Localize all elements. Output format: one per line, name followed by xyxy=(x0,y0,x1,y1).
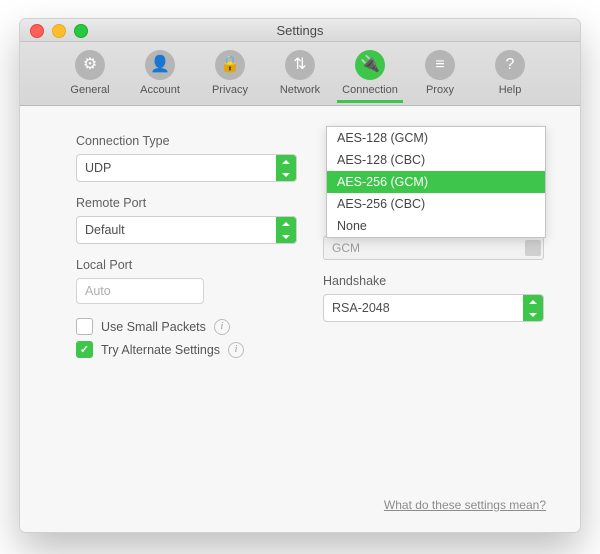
cipher-option[interactable]: AES-256 (GCM) xyxy=(327,171,545,193)
traffic-lights xyxy=(30,24,88,38)
close-icon[interactable] xyxy=(30,24,44,38)
proxy-icon: ≡ xyxy=(425,50,455,80)
local-port-placeholder: Auto xyxy=(85,284,111,298)
window-title: Settings xyxy=(20,23,580,38)
try-alternate-checkbox[interactable] xyxy=(76,341,93,358)
handshake-value: RSA-2048 xyxy=(324,295,523,321)
tab-label: Help xyxy=(477,84,543,96)
settings-toolbar: ⚙ General 👤 Account 🔒 Privacy ⇅ Network 🔌 Connect… xyxy=(20,42,580,106)
remote-port-select[interactable]: Default xyxy=(76,216,297,244)
tab-account[interactable]: 👤 Account xyxy=(127,48,193,103)
account-icon: 👤 xyxy=(145,50,175,80)
info-icon[interactable]: i xyxy=(214,319,230,335)
remote-port-label: Remote Port xyxy=(76,196,297,210)
select-stepper-icon xyxy=(276,155,296,181)
tab-label: Privacy xyxy=(197,84,263,96)
use-small-packets-label: Use Small Packets xyxy=(101,320,206,334)
privacy-icon: 🔒 xyxy=(215,50,245,80)
settings-window: Settings ⚙ General 👤 Account 🔒 Privacy ⇅ Networ… xyxy=(19,18,581,533)
network-icon: ⇅ xyxy=(285,50,315,80)
use-small-packets-row: Use Small Packets i xyxy=(76,318,297,335)
cipher-option[interactable]: AES-256 (CBC) xyxy=(327,193,545,215)
select-stepper-icon xyxy=(523,295,543,321)
help-link[interactable]: What do these settings mean? xyxy=(384,498,546,512)
cipher-dropdown[interactable]: AES-128 (GCM)AES-128 (CBC)AES-256 (GCM)A… xyxy=(326,126,546,238)
use-small-packets-checkbox[interactable] xyxy=(76,318,93,335)
connection-type-select[interactable]: UDP xyxy=(76,154,297,182)
connection-type-value: UDP xyxy=(77,155,276,181)
local-port-input[interactable]: Auto xyxy=(76,278,204,304)
general-icon: ⚙ xyxy=(75,50,105,80)
tab-help[interactable]: ? Help xyxy=(477,48,543,103)
cipher-select-behind[interactable]: GCM xyxy=(323,236,544,260)
settings-body: Connection Type UDP Remote Port Default … xyxy=(20,106,580,532)
connection-type-label: Connection Type xyxy=(76,134,297,148)
info-icon[interactable]: i xyxy=(228,342,244,358)
select-stepper-icon xyxy=(276,217,296,243)
cipher-option[interactable]: AES-128 (CBC) xyxy=(327,149,545,171)
tab-label: General xyxy=(57,84,123,96)
handshake-label: Handshake xyxy=(323,274,544,288)
cipher-ghost-value: GCM xyxy=(332,241,360,255)
try-alternate-label: Try Alternate Settings xyxy=(101,343,220,357)
cipher-option[interactable]: AES-128 (GCM) xyxy=(327,127,545,149)
tab-privacy[interactable]: 🔒 Privacy xyxy=(197,48,263,103)
connection-icon: 🔌 xyxy=(355,50,385,80)
titlebar: Settings xyxy=(20,19,580,42)
local-port-label: Local Port xyxy=(76,258,297,272)
tab-label: Proxy xyxy=(407,84,473,96)
help-icon: ? xyxy=(495,50,525,80)
tab-network[interactable]: ⇅ Network xyxy=(267,48,333,103)
tab-connection[interactable]: 🔌 Connection xyxy=(337,48,403,103)
tab-label: Connection xyxy=(337,84,403,96)
try-alternate-row: Try Alternate Settings i xyxy=(76,341,297,358)
tab-label: Network xyxy=(267,84,333,96)
left-column: Connection Type UDP Remote Port Default … xyxy=(76,134,297,364)
handshake-select[interactable]: RSA-2048 xyxy=(323,294,544,322)
remote-port-value: Default xyxy=(77,217,276,243)
select-stepper-icon xyxy=(525,240,541,256)
tab-general[interactable]: ⚙ General xyxy=(57,48,123,103)
tab-label: Account xyxy=(127,84,193,96)
zoom-icon[interactable] xyxy=(74,24,88,38)
cipher-option[interactable]: None xyxy=(327,215,545,237)
tab-proxy[interactable]: ≡ Proxy xyxy=(407,48,473,103)
right-lower: GCM Handshake RSA-2048 xyxy=(323,236,544,322)
minimize-icon[interactable] xyxy=(52,24,66,38)
